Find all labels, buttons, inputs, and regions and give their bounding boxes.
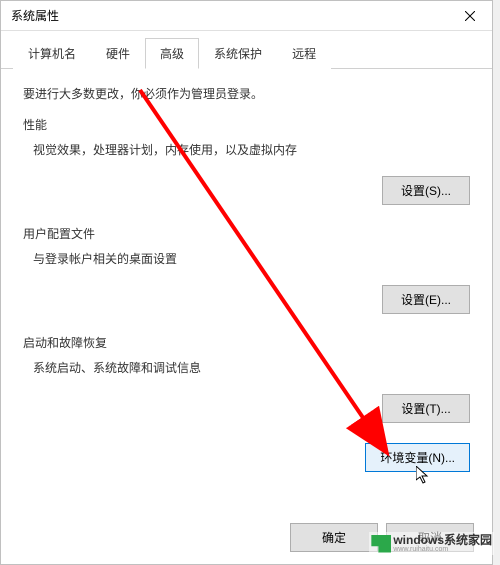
user-profiles-section: 用户配置文件 与登录帐户相关的桌面设置 设置(E)... — [23, 225, 470, 314]
window-title: 系统属性 — [11, 7, 59, 24]
watermark-text-main: windows系统家园 — [393, 534, 492, 546]
tab-advanced[interactable]: 高级 — [145, 38, 199, 69]
admin-notice: 要进行大多数更改，你必须作为管理员登录。 — [23, 85, 470, 102]
tab-content: 要进行大多数更改，你必须作为管理员登录。 性能 视觉效果，处理器计划，内存使用，… — [1, 69, 492, 488]
startup-settings-button[interactable]: 设置(T)... — [382, 394, 470, 423]
watermark-text-sub: www.ruihaitu.com — [393, 546, 492, 553]
close-icon — [465, 11, 475, 21]
environment-variables-button[interactable]: 环境变量(N)... — [365, 443, 470, 472]
watermark: windows系统家园 www.ruihaitu.com — [369, 532, 494, 555]
performance-settings-button[interactable]: 设置(S)... — [382, 176, 470, 205]
performance-desc: 视觉效果，处理器计划，内存使用，以及虚拟内存 — [23, 141, 470, 158]
performance-section: 性能 视觉效果，处理器计划，内存使用，以及虚拟内存 设置(S)... — [23, 116, 470, 205]
tab-system-protection[interactable]: 系统保护 — [199, 38, 277, 69]
user-profiles-desc: 与登录帐户相关的桌面设置 — [23, 250, 470, 267]
tab-remote[interactable]: 远程 — [277, 38, 331, 69]
startup-section: 启动和故障恢复 系统启动、系统故障和调试信息 设置(T)... — [23, 334, 470, 423]
tab-computer-name[interactable]: 计算机名 — [13, 38, 91, 69]
tab-hardware[interactable]: 硬件 — [91, 38, 145, 69]
performance-title: 性能 — [23, 116, 470, 133]
tab-bar: 计算机名 硬件 高级 系统保护 远程 — [1, 37, 492, 69]
close-button[interactable] — [447, 1, 492, 31]
watermark-logo-icon — [371, 535, 391, 553]
system-properties-window: 系统属性 计算机名 硬件 高级 系统保护 远程 要进行大多数更改，你必须作为管理… — [0, 0, 493, 565]
user-profiles-title: 用户配置文件 — [23, 225, 470, 242]
ok-button[interactable]: 确定 — [290, 523, 378, 552]
startup-desc: 系统启动、系统故障和调试信息 — [23, 359, 470, 376]
startup-title: 启动和故障恢复 — [23, 334, 470, 351]
titlebar: 系统属性 — [1, 1, 492, 31]
user-profiles-settings-button[interactable]: 设置(E)... — [382, 285, 470, 314]
